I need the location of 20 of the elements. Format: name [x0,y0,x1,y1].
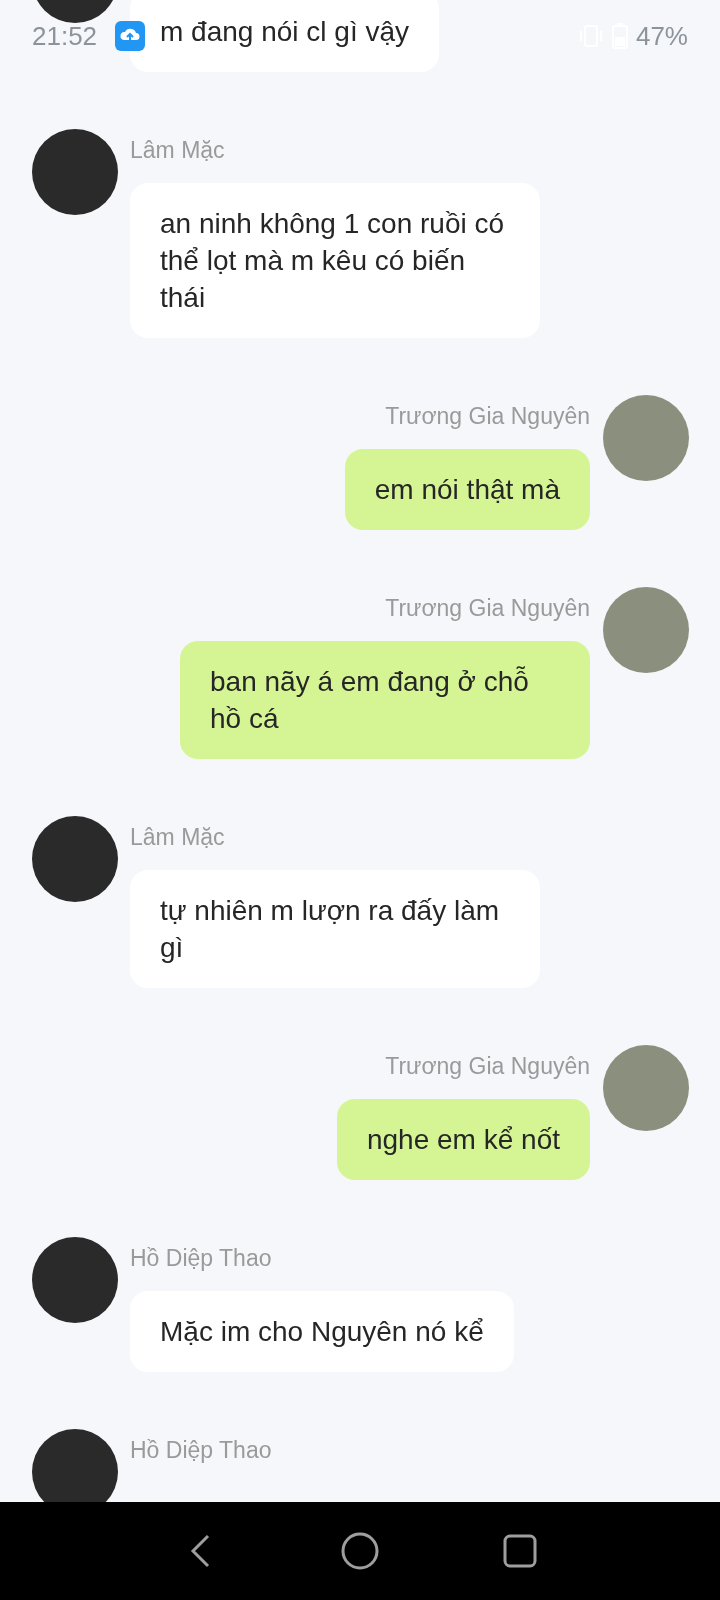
sender-name: Hồ Diệp Thao [130,1244,272,1273]
message-bubble: nghe em kể nốt [336,1099,590,1180]
recents-icon [503,1534,537,1568]
sender-name: Trương Gia Nguyên [385,1052,590,1081]
message-bubble: ban nãy á em đang ở chỗ hồ cá [180,641,590,759]
status-time: 21:52 [32,19,98,53]
home-icon [341,1532,379,1570]
back-icon [189,1534,211,1568]
cloud-upload-app-icon [115,21,146,51]
sender-name: Hồ Diệp Thao [130,1436,272,1465]
battery-percent: 47% [635,19,688,53]
message-bubble: Mặc im cho Nguyên nó kể [130,1291,514,1372]
message-bubble: tự nhiên m lượn ra đấy làm gì [130,870,540,988]
sender-name: Trương Gia Nguyên [385,402,590,431]
sender-name: Lâm Mặc [130,823,225,852]
sender-name: Lâm Mặc [130,136,225,165]
sender-name: Trương Gia Nguyên [385,594,590,623]
message-bubble: m đang nói cl gì vậy [130,0,440,72]
message-bubble: an ninh không 1 con ruồi có thể lọt mà m kêu có biến thái [130,183,540,338]
message-bubble: em nói thật mà [344,449,590,530]
